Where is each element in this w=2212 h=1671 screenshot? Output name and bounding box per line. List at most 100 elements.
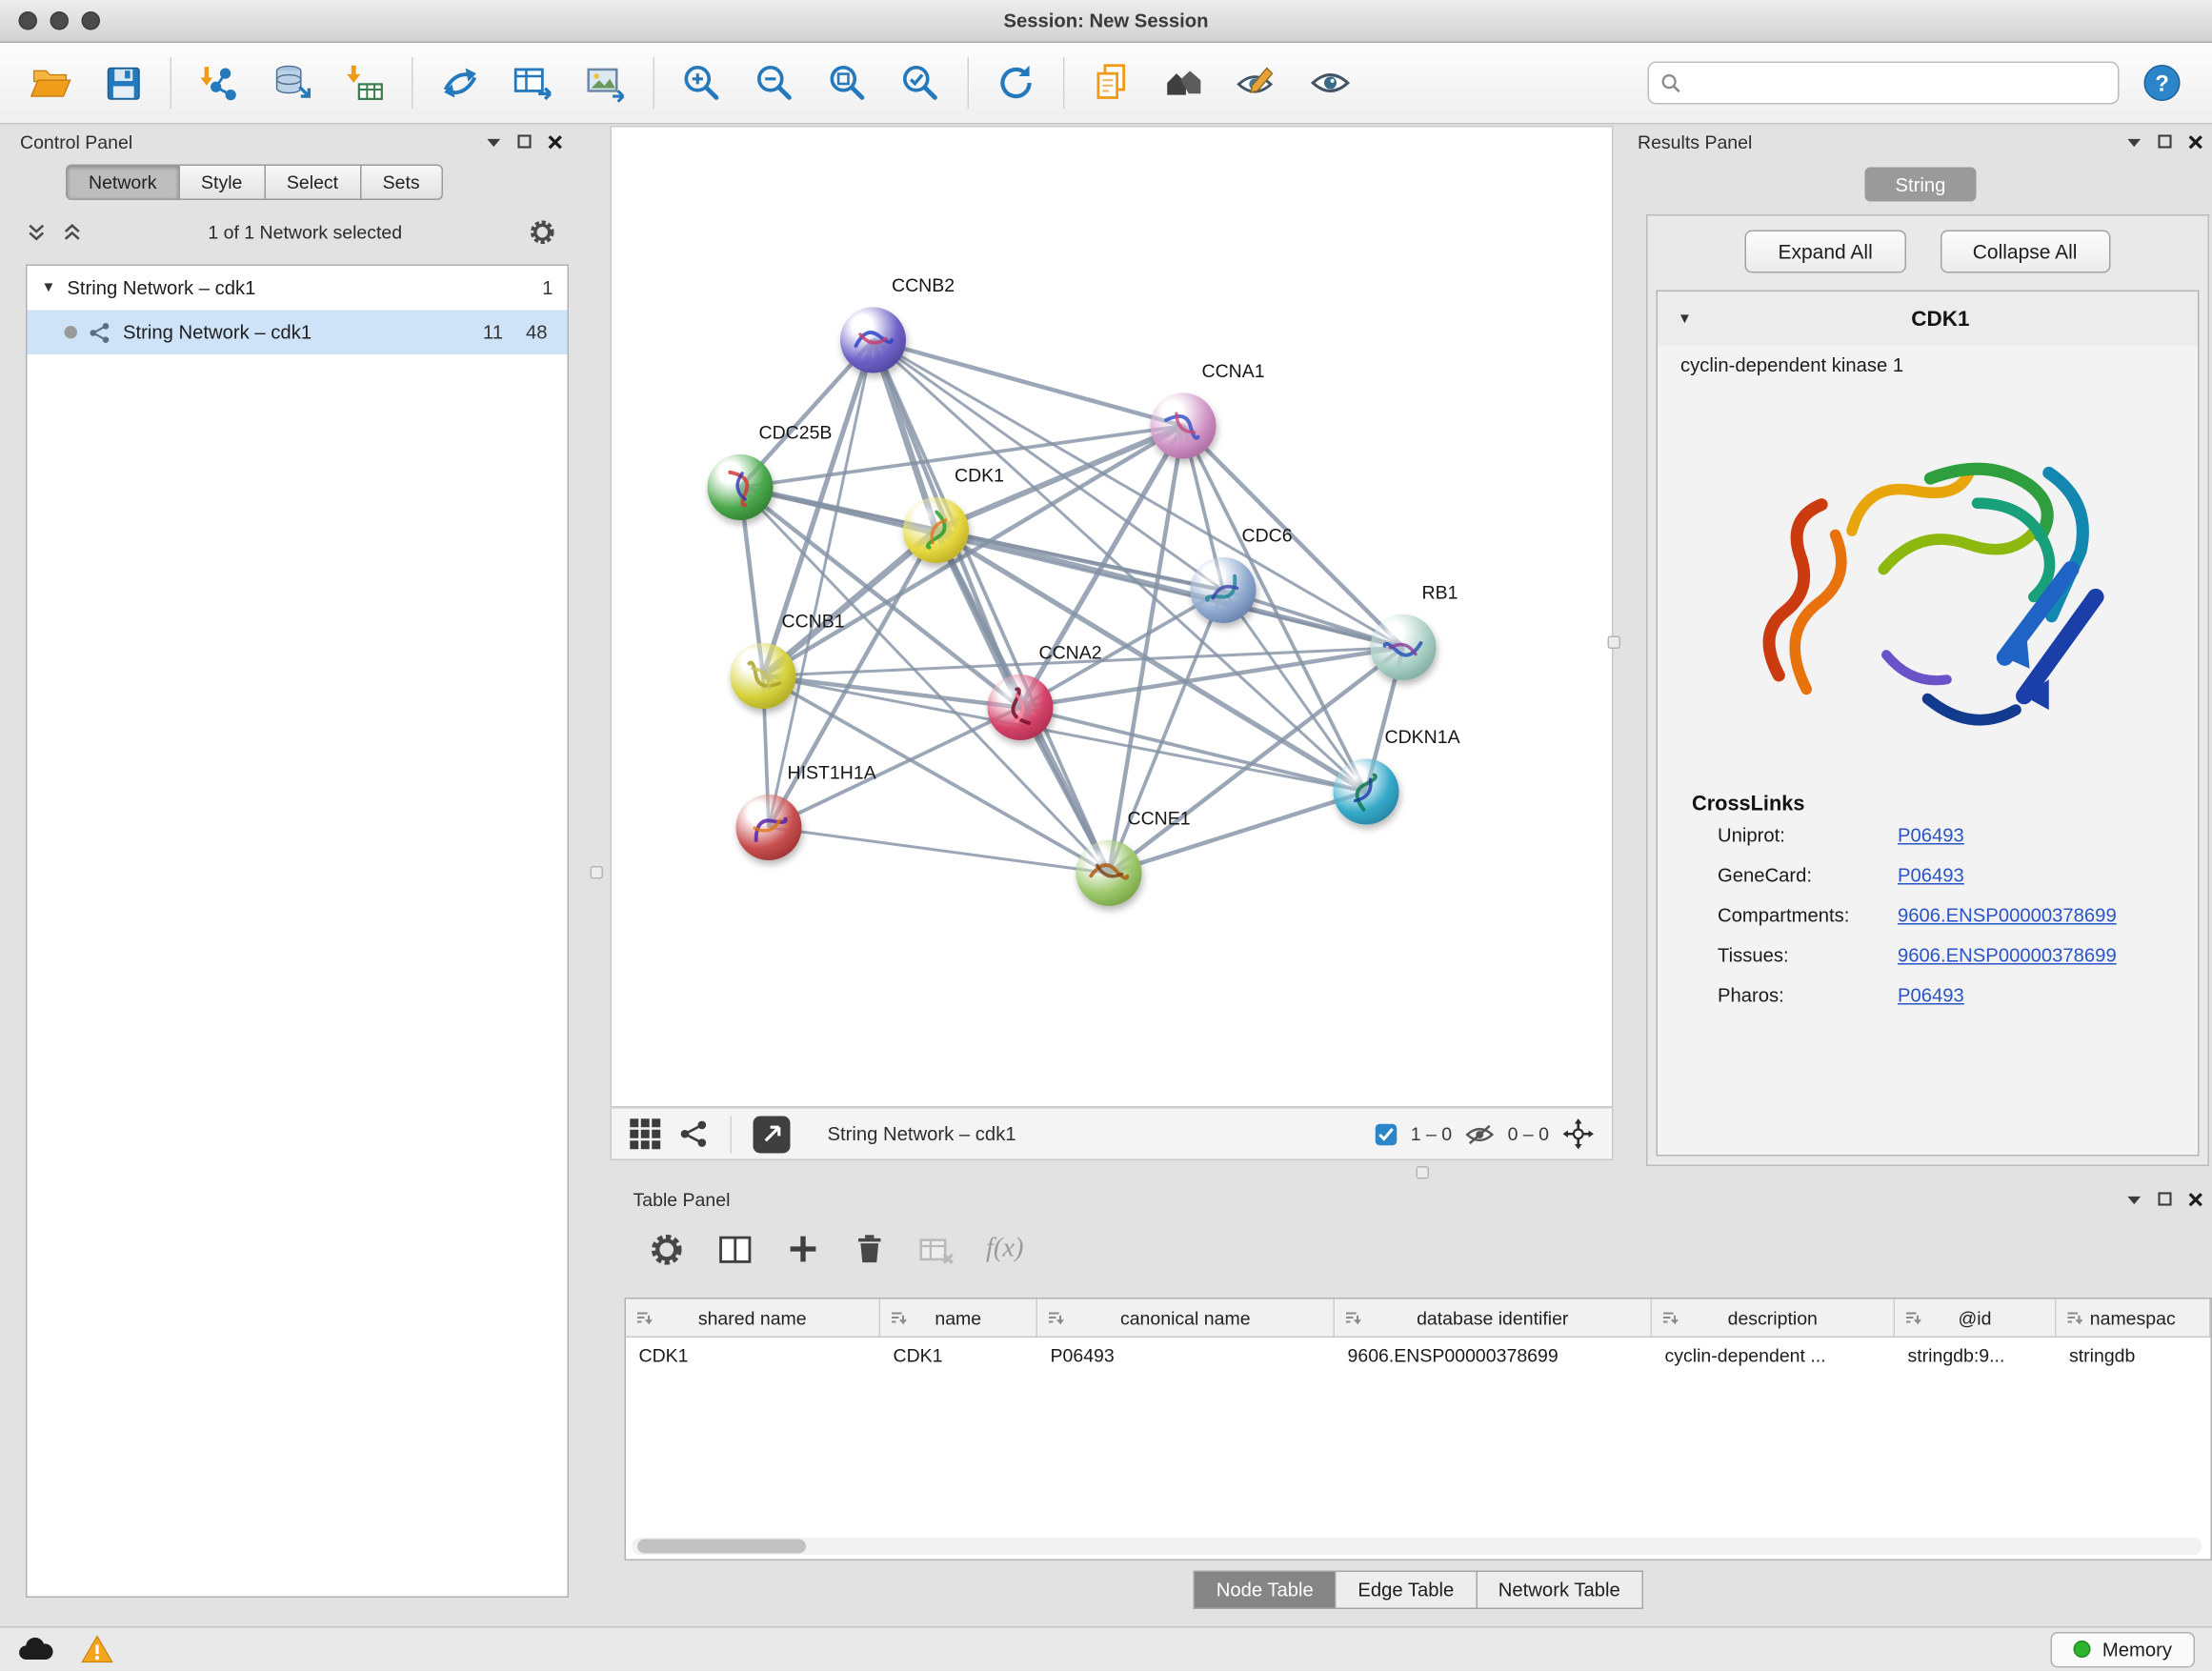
crosslink-link[interactable]: 9606.ENSP00000378699 bbox=[1898, 945, 2117, 967]
network-node-cdkn1a[interactable] bbox=[1334, 759, 1399, 825]
warning-icon[interactable] bbox=[80, 1634, 114, 1665]
crosslink-link[interactable]: P06493 bbox=[1898, 865, 1964, 887]
column-options-icon[interactable] bbox=[1660, 1309, 1679, 1328]
column-options-icon[interactable] bbox=[1903, 1309, 1922, 1328]
network-node-ccna2[interactable] bbox=[988, 674, 1054, 740]
close-window-button[interactable] bbox=[19, 11, 38, 30]
table-cell[interactable]: cyclin-dependent ... bbox=[1652, 1338, 1895, 1377]
column-options-icon[interactable] bbox=[1343, 1309, 1362, 1328]
entry-collapse-icon[interactable]: ▼ bbox=[1678, 311, 1692, 327]
global-search-field[interactable] bbox=[1648, 62, 2120, 105]
expand-all-button[interactable]: Expand All bbox=[1745, 231, 1905, 273]
collapse-all-rows-icon[interactable] bbox=[62, 222, 84, 244]
column-options-icon[interactable] bbox=[2065, 1309, 2084, 1328]
collapse-panel-icon[interactable] bbox=[486, 135, 502, 149]
table-cell[interactable]: CDK1 bbox=[626, 1338, 880, 1377]
crosslink-link[interactable]: 9606.ENSP00000378699 bbox=[1898, 905, 2117, 927]
tab-network-table[interactable]: Network Table bbox=[1477, 1571, 1642, 1610]
hide-graphics-details-button[interactable] bbox=[1228, 51, 1288, 114]
cloud-icon[interactable] bbox=[17, 1635, 54, 1663]
table-cell[interactable]: stringdb bbox=[2057, 1338, 2211, 1377]
network-node-ccne1[interactable] bbox=[1076, 840, 1142, 906]
search-input[interactable] bbox=[1691, 72, 2107, 94]
tab-network[interactable]: Network bbox=[66, 165, 180, 201]
collapse-panel-icon[interactable] bbox=[2126, 1193, 2142, 1206]
tab-edge-table[interactable]: Edge Table bbox=[1337, 1571, 1477, 1610]
table-cell[interactable]: CDK1 bbox=[880, 1338, 1037, 1377]
open-session-button[interactable] bbox=[20, 51, 80, 114]
column-options-icon[interactable] bbox=[1046, 1309, 1065, 1328]
duplicate-page-button[interactable] bbox=[1082, 51, 1142, 114]
zoom-in-button[interactable] bbox=[672, 51, 732, 114]
close-panel-icon[interactable] bbox=[2188, 1191, 2204, 1207]
show-columns-icon[interactable] bbox=[716, 1230, 755, 1269]
tree-expand-icon[interactable]: ▼ bbox=[42, 280, 56, 296]
import-network-from-database-button[interactable] bbox=[262, 51, 322, 114]
tab-style[interactable]: Style bbox=[180, 165, 266, 201]
table-row[interactable]: CDK1CDK1P064939606.ENSP00000378699cyclin… bbox=[626, 1338, 2211, 1377]
delete-column-trash-icon[interactable] bbox=[852, 1231, 888, 1268]
zoom-out-button[interactable] bbox=[745, 51, 805, 114]
table-settings-gear-icon[interactable] bbox=[648, 1230, 687, 1269]
tab-node-table[interactable]: Node Table bbox=[1194, 1571, 1337, 1610]
help-button[interactable]: ? bbox=[2132, 51, 2192, 114]
zoom-window-button[interactable] bbox=[82, 11, 101, 30]
float-panel-icon[interactable] bbox=[517, 134, 532, 149]
crosslink-link[interactable]: P06493 bbox=[1898, 825, 1964, 847]
column-options-icon[interactable] bbox=[889, 1309, 908, 1328]
column-header-database-identifier[interactable]: database identifier bbox=[1335, 1299, 1652, 1337]
network-collection-row[interactable]: ▼ String Network – cdk1 1 bbox=[28, 266, 568, 311]
refresh-view-button[interactable] bbox=[986, 51, 1046, 114]
column-header-description[interactable]: description bbox=[1652, 1299, 1895, 1337]
splitter-handle[interactable] bbox=[1417, 1166, 1430, 1179]
add-column-icon[interactable] bbox=[785, 1231, 822, 1268]
table-cell[interactable]: stringdb:9... bbox=[1895, 1338, 2057, 1377]
column-header-canonical-name[interactable]: canonical name bbox=[1037, 1299, 1335, 1337]
collapse-all-button[interactable]: Collapse All bbox=[1940, 231, 2110, 273]
column-header-namespac[interactable]: namespac bbox=[2057, 1299, 2211, 1337]
export-image-button[interactable] bbox=[576, 51, 636, 114]
save-session-button[interactable] bbox=[93, 51, 153, 114]
scrollbar-thumb[interactable] bbox=[637, 1540, 806, 1554]
new-network-from-selection-button[interactable] bbox=[431, 51, 491, 114]
network-node-cdk1[interactable] bbox=[903, 497, 969, 563]
network-overview-button[interactable] bbox=[1155, 51, 1215, 114]
network-node-hist1h1a[interactable] bbox=[736, 795, 802, 860]
network-canvas[interactable]: CCNB2CCNA1CDC25BCDK1CDC6RB1CCNB1CCNA2CDK… bbox=[611, 126, 1614, 1108]
network-node-rb1[interactable] bbox=[1371, 614, 1437, 680]
network-node-cdc25b[interactable] bbox=[708, 454, 774, 520]
table-cell[interactable]: P06493 bbox=[1037, 1338, 1335, 1377]
tab-sets[interactable]: Sets bbox=[361, 165, 443, 201]
splitter-handle[interactable] bbox=[591, 866, 604, 879]
hidden-elements-icon[interactable] bbox=[1465, 1122, 1496, 1145]
selected-checkbox-icon[interactable] bbox=[1375, 1122, 1398, 1145]
open-in-new-window-button[interactable] bbox=[754, 1116, 791, 1153]
close-panel-icon[interactable] bbox=[2188, 133, 2204, 150]
network-node-ccna1[interactable] bbox=[1151, 393, 1217, 459]
close-panel-icon[interactable] bbox=[548, 133, 564, 150]
expand-all-rows-icon[interactable] bbox=[26, 222, 48, 244]
column-options-icon[interactable] bbox=[634, 1309, 654, 1328]
show-graphics-details-button[interactable] bbox=[1300, 51, 1360, 114]
network-share-icon[interactable] bbox=[679, 1119, 710, 1150]
birds-eye-view-icon[interactable] bbox=[629, 1117, 662, 1151]
import-network-from-file-button[interactable] bbox=[189, 51, 249, 114]
zoom-fit-button[interactable] bbox=[817, 51, 877, 114]
column-header--id[interactable]: @id bbox=[1895, 1299, 2057, 1337]
new-table-button[interactable] bbox=[503, 51, 563, 114]
column-header-name[interactable]: name bbox=[880, 1299, 1037, 1337]
import-table-from-file-button[interactable] bbox=[334, 51, 394, 114]
splitter-handle[interactable] bbox=[1608, 636, 1621, 650]
network-node-ccnb2[interactable] bbox=[840, 308, 906, 373]
function-builder-fx[interactable]: f(x) bbox=[986, 1234, 1024, 1265]
network-node-ccnb1[interactable] bbox=[731, 643, 796, 709]
memory-button[interactable]: Memory bbox=[2051, 1632, 2195, 1668]
crosslink-link[interactable]: P06493 bbox=[1898, 985, 1964, 1007]
collapse-panel-icon[interactable] bbox=[2126, 135, 2142, 149]
horizontal-scrollbar[interactable] bbox=[632, 1538, 2202, 1555]
minimize-window-button[interactable] bbox=[50, 11, 70, 30]
gear-icon[interactable] bbox=[528, 217, 558, 248]
float-panel-icon[interactable] bbox=[2158, 134, 2172, 149]
tab-string[interactable]: String bbox=[1865, 168, 1977, 202]
zoom-selected-button[interactable] bbox=[891, 51, 951, 114]
